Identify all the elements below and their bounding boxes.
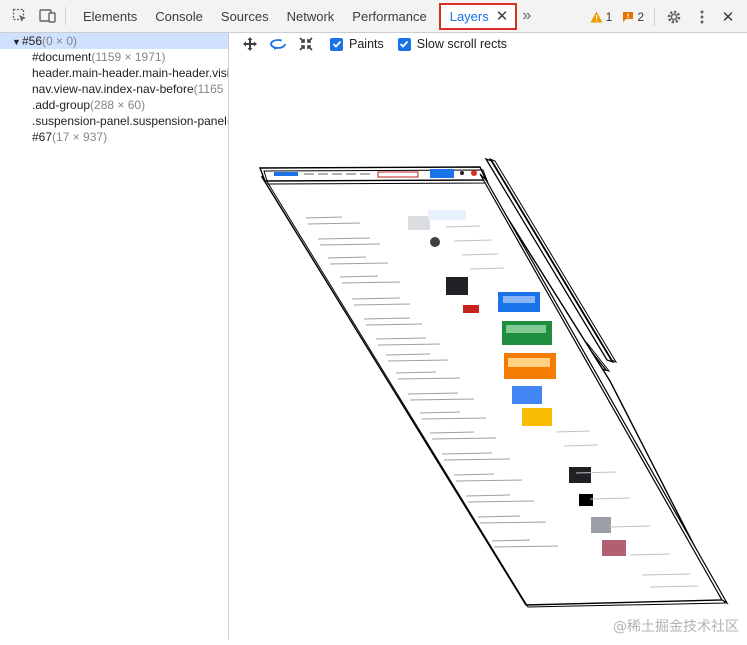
tree-item[interactable]: header.main-header.main-header.visi <box>0 65 228 81</box>
layer-tree: ▼#56(0 × 0) #document(1159 × 1971) heade… <box>0 33 229 640</box>
tab-layers-label: Layers <box>449 8 489 24</box>
article-thumbnail <box>408 216 430 230</box>
promo-banner <box>512 386 542 404</box>
checkbox-checked-icon <box>397 37 411 51</box>
tab-layers[interactable]: Layers ✕ <box>438 2 518 30</box>
issues-count: 2 <box>637 9 644 24</box>
tree-item-size: (17 × 937) <box>52 130 108 144</box>
close-devtools-icon[interactable]: ✕ <box>717 6 739 28</box>
paints-label: Paints <box>349 37 384 51</box>
promo-banner <box>522 408 552 426</box>
issue-flag-icon <box>623 11 634 22</box>
article-thumbnail <box>569 467 591 483</box>
paints-checkbox[interactable]: Paints <box>330 37 384 51</box>
tab-network[interactable]: Network <box>278 0 344 33</box>
article-thumbnail <box>446 277 468 295</box>
article-thumbnail <box>602 540 626 556</box>
tree-item[interactable]: nav.view-nav.index-nav-before(1165 <box>0 81 228 97</box>
warnings-count: 1 <box>605 9 613 24</box>
issues-badge[interactable]: 2 <box>622 10 644 24</box>
device-toolbar-icon[interactable] <box>37 5 59 27</box>
layers-toolbar: Paints Slow scroll rects <box>230 33 747 55</box>
tree-root-item[interactable]: ▼#56(0 × 0) <box>0 33 228 49</box>
tab-elements[interactable]: Elements <box>74 0 146 33</box>
pan-mode-icon[interactable] <box>236 33 264 55</box>
document-layer <box>260 173 726 608</box>
toolbar-divider <box>65 7 66 25</box>
tree-item-name: .add-group <box>32 98 91 112</box>
tree-item-name: nav.view-nav.index-nav-before <box>32 82 194 96</box>
tree-item[interactable]: .add-group(288 × 60) <box>0 97 228 113</box>
warnings-badge[interactable]: 1 <box>590 9 613 24</box>
tab-performance[interactable]: Performance <box>343 0 435 33</box>
tree-item-name: .suspension-panel.suspension-panel <box>32 114 227 128</box>
tree-item-name: #67 <box>32 130 53 144</box>
article-thumbnail <box>579 494 593 506</box>
more-options-icon[interactable] <box>691 6 713 28</box>
watermark: @稀土掘金技术社区 <box>613 619 739 635</box>
toolbar-divider <box>654 7 655 26</box>
settings-gear-icon[interactable] <box>663 6 685 28</box>
reset-transform-icon[interactable] <box>292 33 320 55</box>
article-thumbnail <box>591 517 611 533</box>
expand-arrow-icon[interactable]: ▼ <box>12 34 22 50</box>
tree-item[interactable]: #67(17 × 937) <box>0 129 228 145</box>
tree-item-name: header.main-header.main-header.visi <box>32 66 229 80</box>
tree-item-size: (1165 <box>193 82 224 96</box>
layers-3d-canvas[interactable] <box>230 55 747 640</box>
tree-item-size: (1159 × 1971) <box>91 50 166 64</box>
tree-item-name: #56 <box>22 34 43 48</box>
tree-item-size: ( <box>227 114 228 128</box>
inspect-element-icon[interactable] <box>9 5 31 27</box>
tab-console[interactable]: Console <box>146 0 212 33</box>
tree-item[interactable]: .suspension-panel.suspension-panel( <box>0 113 228 129</box>
tree-item[interactable]: #document(1159 × 1971) <box>0 49 228 65</box>
more-tabs-icon[interactable]: » <box>522 7 531 25</box>
layers-3d-viewport[interactable]: @稀土掘金技术社区 <box>230 55 747 640</box>
article-thumbnail <box>430 237 440 247</box>
article-thumbnail <box>463 305 479 313</box>
slow-scroll-rects-checkbox[interactable]: Slow scroll rects <box>397 37 508 51</box>
tab-sources[interactable]: Sources <box>212 0 278 33</box>
tree-item-size: (288 × 60) <box>90 98 146 112</box>
warning-icon <box>590 11 603 22</box>
slow-scroll-rects-label: Slow scroll rects <box>416 37 508 51</box>
tree-item-size: (0 × 0) <box>42 34 78 48</box>
toolbar-right-group: 1 2 ✕ <box>590 0 747 33</box>
close-tab-icon[interactable]: ✕ <box>496 7 509 25</box>
tree-item-name: #document <box>32 50 92 64</box>
rotate-mode-icon[interactable] <box>264 33 292 55</box>
checkbox-checked-icon <box>330 37 343 51</box>
devtools-toolbar: Elements Console Sources Network Perform… <box>0 0 747 33</box>
